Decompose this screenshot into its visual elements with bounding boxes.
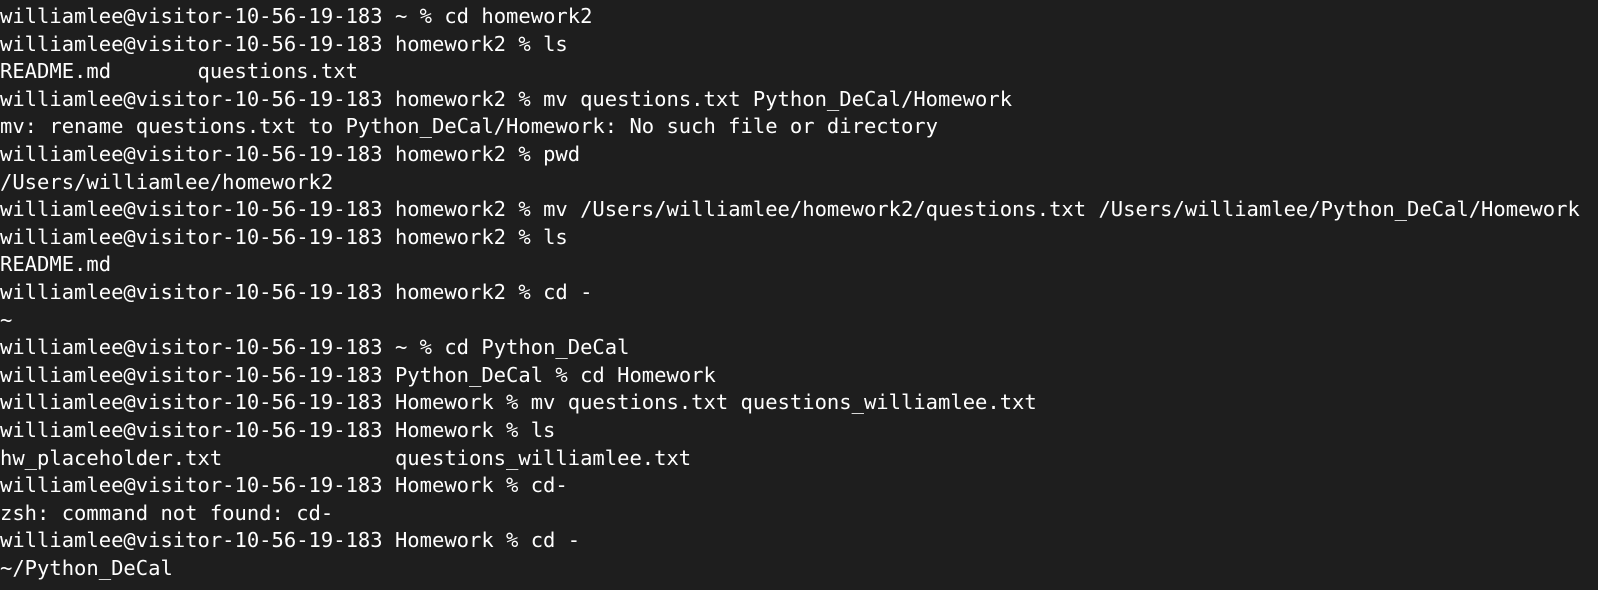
command-text: cd - (530, 528, 581, 553)
shell-prompt: williamlee@visitor-10-56-19-183 Homework… (0, 528, 531, 553)
shell-prompt: williamlee@visitor-10-56-19-183 Homework… (0, 473, 531, 498)
shell-prompt: williamlee@visitor-10-56-19-183 homework… (0, 31, 544, 56)
command-text: mv questions.txt Python_DeCal/Homework (543, 86, 1013, 111)
shell-prompt: williamlee@visitor-10-56-19-183 homework… (0, 279, 544, 304)
shell-prompt: williamlee@visitor-10-56-19-183 homework… (0, 197, 544, 222)
command-text: cd Homework (580, 362, 716, 387)
terminal-output-line: hw_placeholder.txt questions_williamlee.… (0, 445, 692, 470)
terminal-command-line: williamlee@visitor-10-56-19-183 ~ % cd h… (0, 3, 1598, 31)
shell-prompt: williamlee@visitor-10-56-19-183 Python_D… (0, 362, 581, 387)
terminal-command-line: williamlee@visitor-10-56-19-183 homework… (0, 196, 1598, 224)
terminal-output-line: ~/Python_DeCal (0, 555, 173, 580)
terminal-output-line: mv: rename questions.txt to Python_DeCal… (0, 114, 938, 139)
terminal-output-line: zsh: command not found: cd- (0, 500, 334, 525)
terminal-command-line: williamlee@visitor-10-56-19-183 Python_D… (0, 362, 1598, 390)
shell-prompt: williamlee@visitor-10-56-19-183 ~ % (0, 335, 445, 360)
shell-prompt: williamlee@visitor-10-56-19-183 homework… (0, 141, 544, 166)
terminal-command-line: williamlee@visitor-10-56-19-183 homework… (0, 141, 1598, 169)
terminal-command-line: williamlee@visitor-10-56-19-183 Homework… (0, 417, 1598, 445)
command-text: cd - (543, 279, 593, 304)
terminal-command-line: williamlee@visitor-10-56-19-183 homework… (0, 86, 1598, 114)
terminal-command-line: williamlee@visitor-10-56-19-183 ~ % cd P… (0, 334, 1598, 362)
terminal-command-line: williamlee@visitor-10-56-19-183 homework… (0, 31, 1598, 59)
terminal-command-line: williamlee@visitor-10-56-19-183 Homework… (0, 389, 1598, 417)
command-text: cd- (530, 473, 568, 498)
shell-prompt: williamlee@visitor-10-56-19-183 Homework… (0, 390, 531, 415)
terminal-command-line: williamlee@visitor-10-56-19-183 Homework… (0, 472, 1598, 500)
command-text: ls (543, 224, 568, 249)
command-text: ls (530, 417, 556, 442)
terminal-command-line: williamlee@visitor-10-56-19-183 homework… (0, 224, 1598, 252)
command-text: pwd (543, 141, 581, 166)
command-text: cd homework2 (444, 4, 593, 28)
command-text: ls (543, 31, 568, 56)
shell-prompt: williamlee@visitor-10-56-19-183 homework… (0, 86, 544, 111)
terminal-output-line: README.md (0, 252, 112, 277)
terminal-output-line: ~ (0, 307, 13, 332)
command-text: mv /Users/williamlee/homework2/questions… (543, 197, 1580, 222)
terminal-output-line: /Users/williamlee/homework2 (0, 169, 334, 194)
command-text: mv questions.txt questions_williamlee.tx… (530, 390, 1037, 415)
terminal-window[interactable]: williamlee@visitor-10-56-19-183 ~ % cd h… (0, 0, 1598, 590)
terminal-output-line: README.md questions.txt (0, 59, 358, 84)
shell-prompt: williamlee@visitor-10-56-19-183 ~ % (0, 4, 445, 28)
terminal-command-line: williamlee@visitor-10-56-19-183 Homework… (0, 527, 1598, 555)
terminal-command-line: williamlee@visitor-10-56-19-183 homework… (0, 279, 1598, 307)
command-text: cd Python_DeCal (444, 335, 630, 360)
shell-prompt: williamlee@visitor-10-56-19-183 Homework… (0, 417, 531, 442)
shell-prompt: williamlee@visitor-10-56-19-183 homework… (0, 224, 544, 249)
